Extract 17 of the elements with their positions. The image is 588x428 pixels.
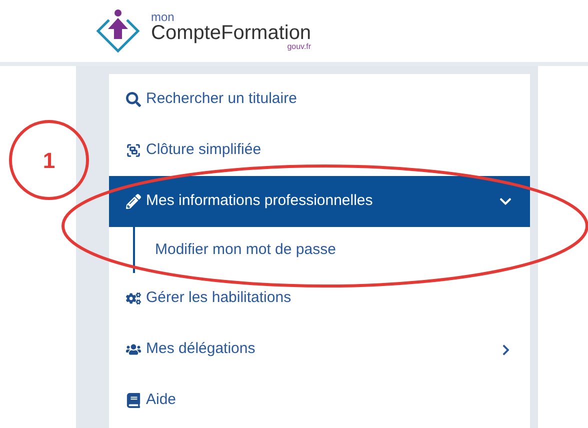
submenu-item[interactable]: Modifier mon mot de passe <box>135 227 530 273</box>
menu-item[interactable]: Mes délégations <box>109 324 530 375</box>
menu-item[interactable]: Gérer les habilitations <box>109 273 530 324</box>
logo-name: CompteFormation <box>151 23 312 43</box>
gears-icon <box>126 291 141 306</box>
menu-item[interactable]: Mes informations professionnelles <box>109 176 530 227</box>
frame-icon <box>126 143 141 158</box>
book-icon <box>126 393 141 408</box>
menu-item[interactable]: Aide <box>109 375 530 426</box>
logo-prefix: mon <box>151 11 176 23</box>
users-icon <box>126 342 141 357</box>
logo-icon <box>95 8 141 54</box>
logo-suffix: gouv.fr <box>287 43 312 51</box>
pencil-icon <box>126 194 141 209</box>
menu-item[interactable]: Clôture simplifiée <box>109 125 530 176</box>
search-icon <box>126 92 141 107</box>
menu-item[interactable]: Rechercher un titulaire <box>109 74 530 125</box>
